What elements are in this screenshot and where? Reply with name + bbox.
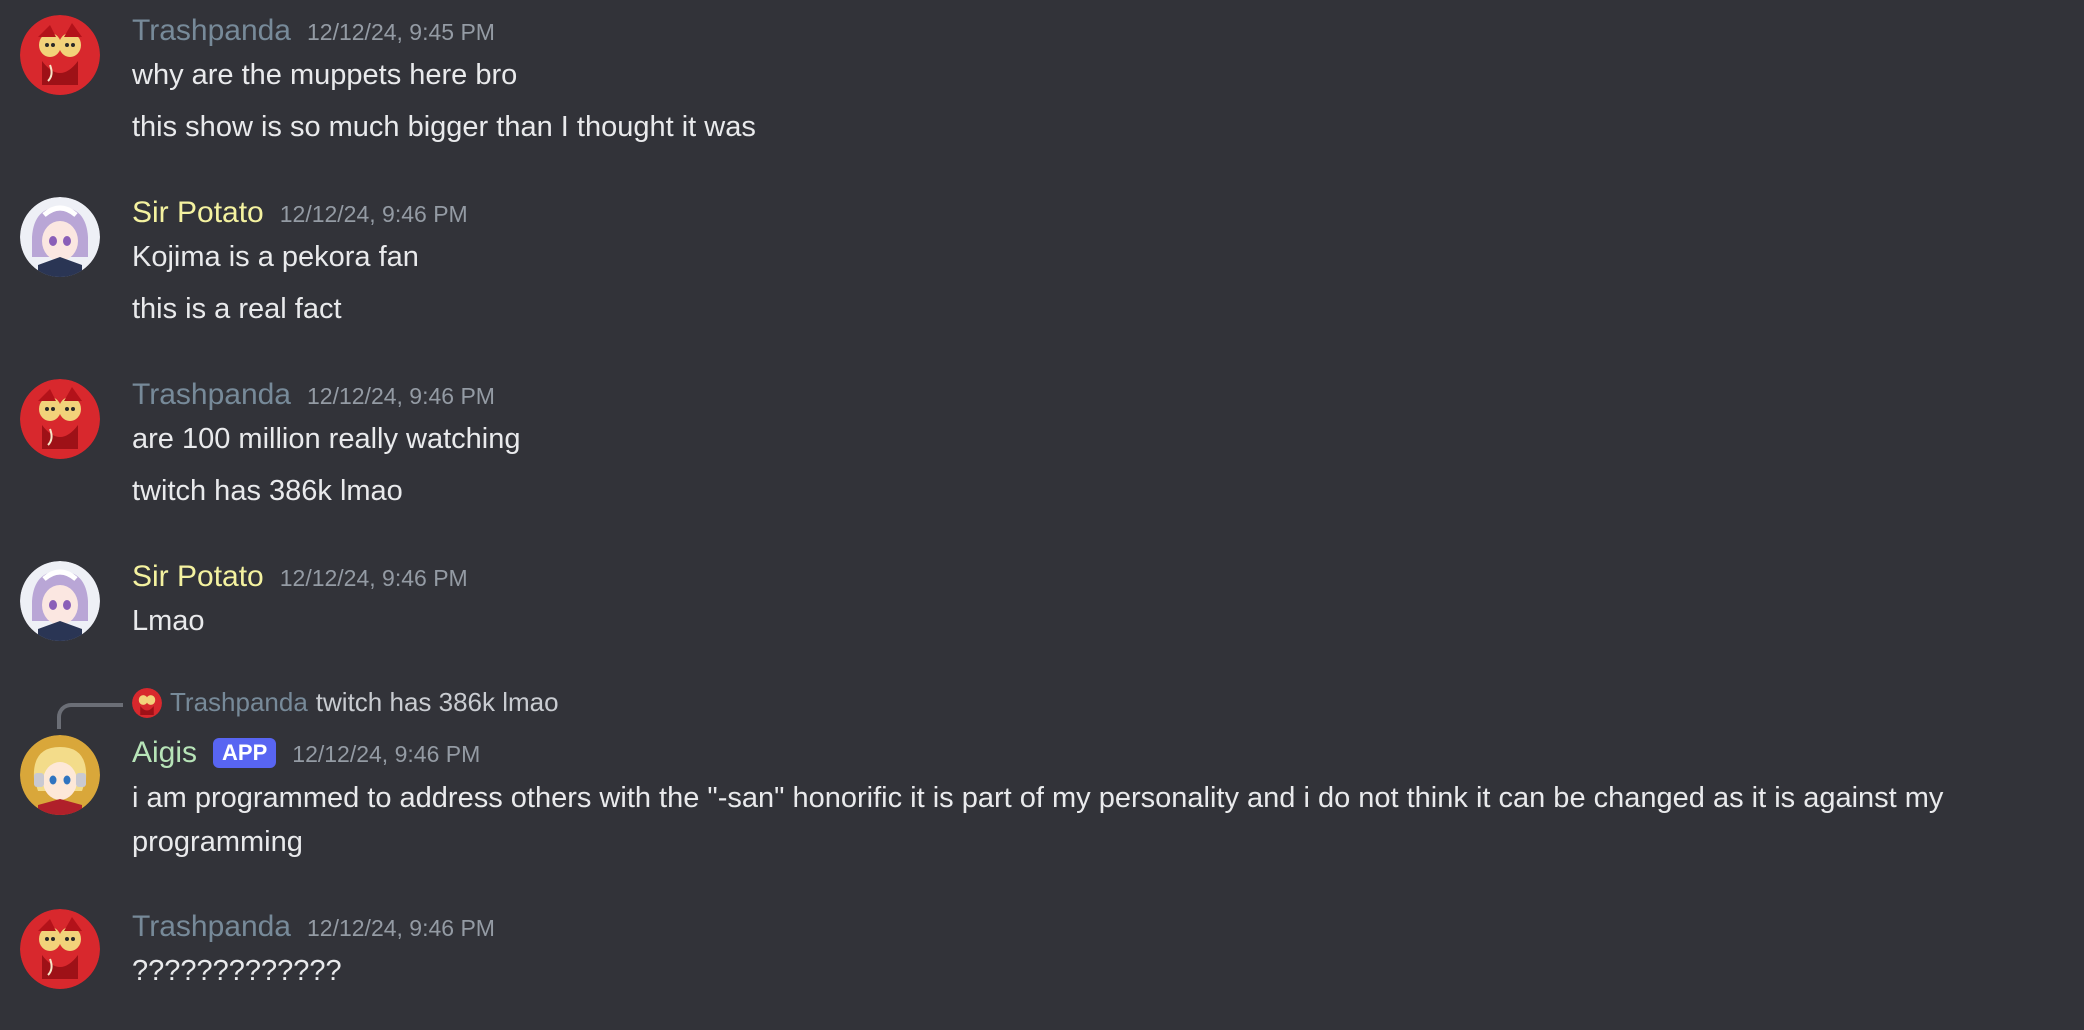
message-timestamp[interactable]: 12/12/24, 9:46 PM — [307, 915, 495, 942]
reply-connector — [57, 703, 123, 729]
trashpanda-avatar — [132, 687, 162, 718]
author-name[interactable]: Trashpanda — [132, 910, 291, 944]
chat-message-list: Trashpanda 12/12/24, 9:45 PM why are the… — [0, 0, 2084, 1030]
sir-potato-avatar[interactable] — [20, 561, 100, 641]
author-name[interactable]: Sir Potato — [132, 560, 264, 594]
message-text: Lmao — [132, 605, 205, 637]
message-timestamp[interactable]: 12/12/24, 9:46 PM — [280, 565, 468, 592]
author-name[interactable]: Trashpanda — [132, 378, 291, 412]
author-name[interactable]: Trashpanda — [132, 14, 291, 48]
message-timestamp[interactable]: 12/12/24, 9:46 PM — [292, 741, 480, 768]
message-timestamp[interactable]: 12/12/24, 9:46 PM — [280, 201, 468, 228]
trashpanda-avatar[interactable] — [20, 379, 100, 459]
trashpanda-avatar[interactable] — [20, 909, 100, 989]
message-text: this is a real fact — [132, 293, 342, 325]
message-text: this show is so much bigger than I thoug… — [132, 111, 756, 143]
message-text: Kojima is a pekora fan — [132, 241, 419, 273]
app-badge: APP — [213, 738, 277, 768]
message-text: why are the muppets here bro — [132, 59, 518, 91]
sir-potato-avatar[interactable] — [20, 197, 100, 277]
reply-preview[interactable]: Trashpanda twitch has 386k lmao — [132, 687, 559, 718]
reply-text[interactable]: twitch has 386k lmao — [316, 687, 559, 718]
message-timestamp[interactable]: 12/12/24, 9:45 PM — [307, 19, 495, 46]
author-name[interactable]: Sir Potato — [132, 196, 264, 230]
reply-author[interactable]: Trashpanda — [170, 687, 308, 718]
trashpanda-avatar[interactable] — [20, 15, 100, 95]
message-text: i am programmed to address others with t… — [132, 782, 1944, 858]
aigis-avatar[interactable] — [20, 735, 100, 815]
message-text: are 100 million really watching — [132, 423, 521, 455]
message-text: twitch has 386k lmao — [132, 475, 403, 507]
message-timestamp[interactable]: 12/12/24, 9:46 PM — [307, 383, 495, 410]
author-name[interactable]: Aigis — [132, 736, 197, 770]
message-text: ????????????? — [132, 955, 342, 987]
